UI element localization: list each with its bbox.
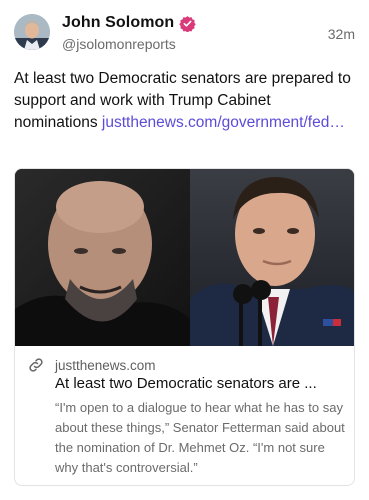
link-preview-body: justthenews.com At least two Democratic … [15, 346, 354, 478]
post-link[interactable]: justthenews.com/government/fed… [102, 114, 345, 131]
link-icon [27, 356, 45, 374]
link-preview-card[interactable]: justthenews.com At least two Democratic … [14, 168, 355, 486]
verified-badge-icon [179, 15, 197, 32]
author-block: John Solomon @jsolomonreports [62, 12, 197, 52]
link-preview-domain: justthenews.com [55, 357, 156, 373]
author-handle[interactable]: @jsolomonreports [62, 36, 196, 52]
display-name[interactable]: John Solomon [62, 14, 174, 32]
link-preview-description: “I'm open to a dialogue to hear what he … [55, 400, 345, 475]
post-timestamp[interactable]: 32m [328, 26, 355, 42]
post: John Solomon @jsolomonreports 32m At lea… [0, 0, 369, 500]
link-preview-image [15, 169, 354, 346]
post-text: At least two Democratic senators are pre… [14, 68, 354, 134]
avatar[interactable] [14, 14, 50, 50]
link-preview-title: At least two Democratic senators are ... [55, 375, 317, 392]
avatar-image [14, 14, 50, 50]
